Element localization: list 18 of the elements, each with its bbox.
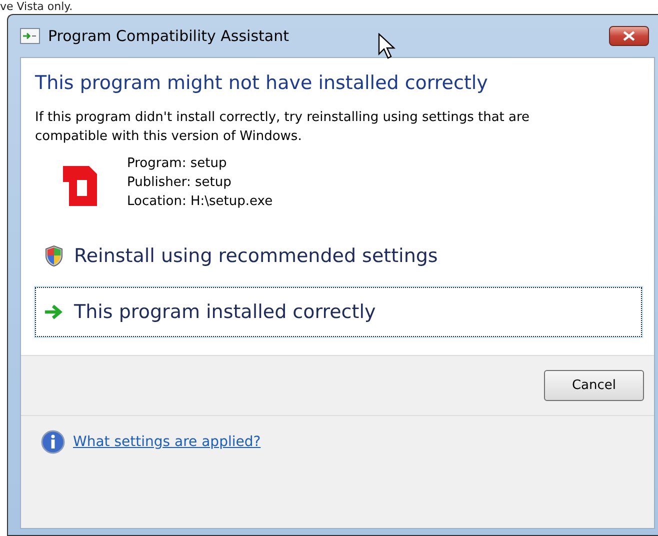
message-text: If this program didn't install correctly, try reinstalling using settings that are compatible with this version of Windows. xyxy=(35,109,531,146)
program-icon xyxy=(63,166,97,206)
window-title: Program Compatibility Assistant xyxy=(48,27,289,45)
cancel-button[interactable]: Cancel xyxy=(544,370,644,401)
close-button[interactable] xyxy=(609,26,649,46)
program-detail: Publisher: setup xyxy=(127,174,232,192)
arrow-icon xyxy=(44,304,64,320)
program-detail: Program: setup xyxy=(127,155,228,173)
shield-icon xyxy=(44,245,64,267)
dialog-heading: This program might not have installed correctly xyxy=(35,72,489,94)
page-text: ve Vista only. xyxy=(0,0,74,14)
help-link[interactable]: What settings are applied? xyxy=(73,434,261,450)
command-link[interactable]: This program installed correctly xyxy=(35,287,642,337)
info-icon xyxy=(41,430,65,454)
program-detail: Location: H:\setup.exe xyxy=(127,193,273,211)
close-icon xyxy=(623,31,635,41)
window-app-icon xyxy=(20,28,40,44)
command-link[interactable]: Reinstall using recommended settings xyxy=(35,231,642,281)
